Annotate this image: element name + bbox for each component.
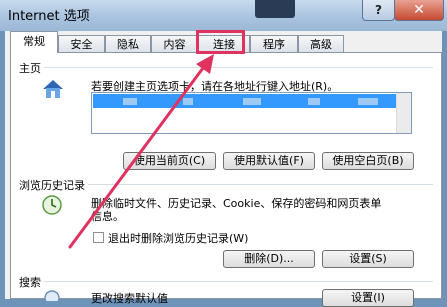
delete-on-exit-label: 退出时删除浏览历史记录(W) bbox=[108, 232, 249, 245]
tab-security[interactable]: 安全 bbox=[58, 35, 105, 52]
title-bar: Internet 选项 ? ✕ bbox=[0, 0, 447, 31]
use-blank-button[interactable]: 使用空白页(B) bbox=[322, 152, 414, 170]
use-default-button[interactable]: 使用默认值(F) bbox=[223, 152, 315, 170]
blurred-url-segment bbox=[123, 98, 137, 105]
delete-history-button[interactable]: 删除(D)... bbox=[223, 250, 315, 268]
background-window-fragment bbox=[255, 0, 295, 18]
search-settings-button[interactable]: 设置(I) bbox=[322, 289, 414, 307]
homepage-group-line bbox=[19, 67, 433, 68]
search-icon bbox=[44, 290, 60, 301]
homepage-url-field[interactable] bbox=[91, 92, 412, 134]
search-description: 更改搜索默认值 bbox=[91, 292, 168, 305]
blurred-url-segment bbox=[358, 98, 378, 105]
tab-content[interactable]: 内容 bbox=[151, 35, 198, 52]
tab-advanced[interactable]: 高级 bbox=[298, 35, 344, 52]
tab-programs[interactable]: 程序 bbox=[250, 35, 298, 52]
home-icon bbox=[43, 80, 63, 98]
history-settings-button[interactable]: 设置(S) bbox=[322, 250, 414, 268]
tab-general[interactable]: 常规 bbox=[10, 31, 58, 53]
blurred-url-segment bbox=[183, 98, 193, 105]
homepage-url-scrollbar[interactable] bbox=[396, 93, 411, 133]
blurred-url-segment bbox=[308, 98, 320, 105]
dialog-body: 常规 安全 隐私 内容 连接 程序 高级 主页 若要创建主页选项卡，请在各地址行… bbox=[5, 31, 442, 307]
history-icon bbox=[42, 195, 62, 215]
window-title: Internet 选项 bbox=[8, 9, 90, 24]
history-description-line2: 信息。 bbox=[91, 210, 124, 223]
homepage-url-selection bbox=[93, 94, 410, 108]
connections-tab-highlight bbox=[196, 30, 245, 54]
history-description-line1: 删除临时文件、历史记录、Cookie、保存的密码和网页表单 bbox=[91, 197, 382, 210]
close-button[interactable]: ✕ bbox=[394, 0, 444, 21]
help-button[interactable]: ? bbox=[362, 0, 395, 21]
delete-on-exit-checkbox[interactable] bbox=[93, 232, 104, 243]
blurred-url-segment bbox=[243, 98, 261, 105]
general-tab-page: 主页 若要创建主页选项卡，请在各地址行键入地址(R)。 使用当前页(C) 使用默… bbox=[10, 52, 442, 307]
search-group-label: 搜索 bbox=[19, 274, 44, 290]
history-group-label: 浏览历史记录 bbox=[19, 177, 88, 193]
search-group-line bbox=[19, 281, 433, 282]
homepage-group-label: 主页 bbox=[19, 60, 44, 76]
tab-privacy[interactable]: 隐私 bbox=[105, 35, 151, 52]
use-current-page-button[interactable]: 使用当前页(C) bbox=[123, 152, 216, 170]
